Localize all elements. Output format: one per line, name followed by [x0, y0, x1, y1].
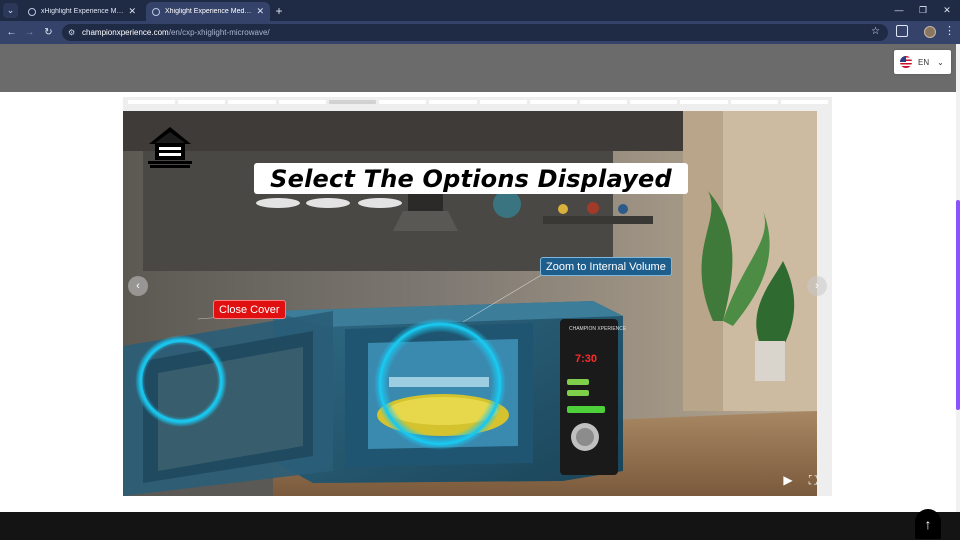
chevron-down-icon: ⌄ — [937, 57, 944, 67]
more-menu-icon[interactable]: ⋮ — [944, 25, 955, 37]
close-tab-icon[interactable]: ✕ — [128, 6, 136, 17]
slide-thumb[interactable] — [178, 100, 226, 104]
tab-title: xHighlight Experience Media - CX — [41, 8, 125, 15]
slide-thumb[interactable] — [228, 100, 276, 104]
slide-thumb[interactable] — [730, 100, 778, 104]
globe-icon — [28, 7, 36, 16]
browser-tab-strip: ⌄ xHighlight Experience Media - CX ✕ Xhi… — [0, 0, 960, 21]
language-selector[interactable]: EN ⌄ — [894, 50, 951, 74]
site-header — [0, 44, 956, 92]
slide-thumb[interactable] — [429, 100, 477, 104]
chevron-right-icon[interactable]: › — [807, 276, 827, 296]
browser-tab-2[interactable]: Xhiglight Experience Media - Mic ✕ — [146, 2, 270, 21]
close-window-icon[interactable]: ✕ — [936, 3, 958, 17]
site-info-icon[interactable]: ⚙ — [68, 28, 77, 37]
chevron-left-icon[interactable]: ‹ — [128, 276, 148, 296]
panel-display-text: 7:30 — [575, 353, 597, 365]
slide-thumb[interactable] — [780, 100, 829, 104]
zoom-internal-volume-hotspot[interactable]: Zoom to Internal Volume — [540, 257, 672, 276]
globe-icon — [152, 7, 160, 16]
reload-icon[interactable]: ↻ — [41, 25, 56, 40]
slide-thumb[interactable] — [680, 100, 728, 104]
slide-thumb[interactable] — [579, 100, 628, 104]
bookmark-star-icon[interactable]: ☆ — [871, 26, 880, 37]
url-host: championxperience.com — [82, 28, 169, 37]
back-to-top-button[interactable]: ↑ — [915, 509, 941, 539]
arrow-up-icon: ↑ — [924, 516, 932, 532]
slide-thumb[interactable] — [128, 100, 176, 104]
play-icon[interactable]: ▶ — [778, 470, 798, 490]
extensions-icon[interactable] — [896, 25, 908, 37]
page-scrollbar-thumb[interactable] — [956, 200, 960, 410]
avatar[interactable] — [924, 26, 936, 38]
close-cover-hotspot[interactable]: Close Cover — [213, 300, 286, 319]
close-tab-icon[interactable]: ✕ — [256, 6, 264, 17]
scene-title-banner: Select The Options Displayed — [254, 163, 688, 194]
tab-search-icon[interactable]: ⌄ — [3, 3, 18, 18]
slide-thumb-active[interactable] — [328, 100, 377, 104]
slide-thumbnail-strip — [128, 100, 829, 106]
slide-thumb[interactable] — [630, 100, 678, 104]
slide-thumb[interactable] — [379, 100, 427, 104]
slide-thumb[interactable] — [479, 100, 527, 104]
minimize-icon[interactable]: — — [888, 3, 910, 17]
back-icon[interactable]: ← — [4, 25, 19, 40]
slide-thumb[interactable] — [278, 100, 326, 104]
slide-thumb[interactable] — [529, 100, 577, 104]
site-footer — [0, 512, 960, 540]
panel-brand-text: CHAMPION XPERIENCE — [569, 326, 627, 332]
browser-toolbar: ← → ↻ ⚙ championxperience.com /en/cxp-xh… — [0, 21, 960, 44]
new-tab-icon[interactable]: + — [272, 4, 286, 18]
fullscreen-icon[interactable]: ⛶ — [803, 470, 823, 490]
browser-tab-1[interactable]: xHighlight Experience Media - CX ✕ — [22, 2, 142, 21]
home-icon[interactable] — [146, 124, 194, 170]
forward-icon[interactable]: → — [22, 25, 37, 40]
url-path: /en/cxp-xhiglight-microwave/ — [168, 28, 270, 37]
scene-title: Select The Options Displayed — [270, 164, 672, 193]
tab-title: Xhiglight Experience Media - Mic — [165, 8, 252, 15]
address-bar[interactable]: ⚙ championxperience.com /en/cxp-xhigligh… — [62, 24, 888, 41]
restore-icon[interactable]: ❐ — [912, 3, 934, 17]
us-flag-icon — [900, 56, 912, 68]
language-code: EN — [918, 57, 930, 67]
